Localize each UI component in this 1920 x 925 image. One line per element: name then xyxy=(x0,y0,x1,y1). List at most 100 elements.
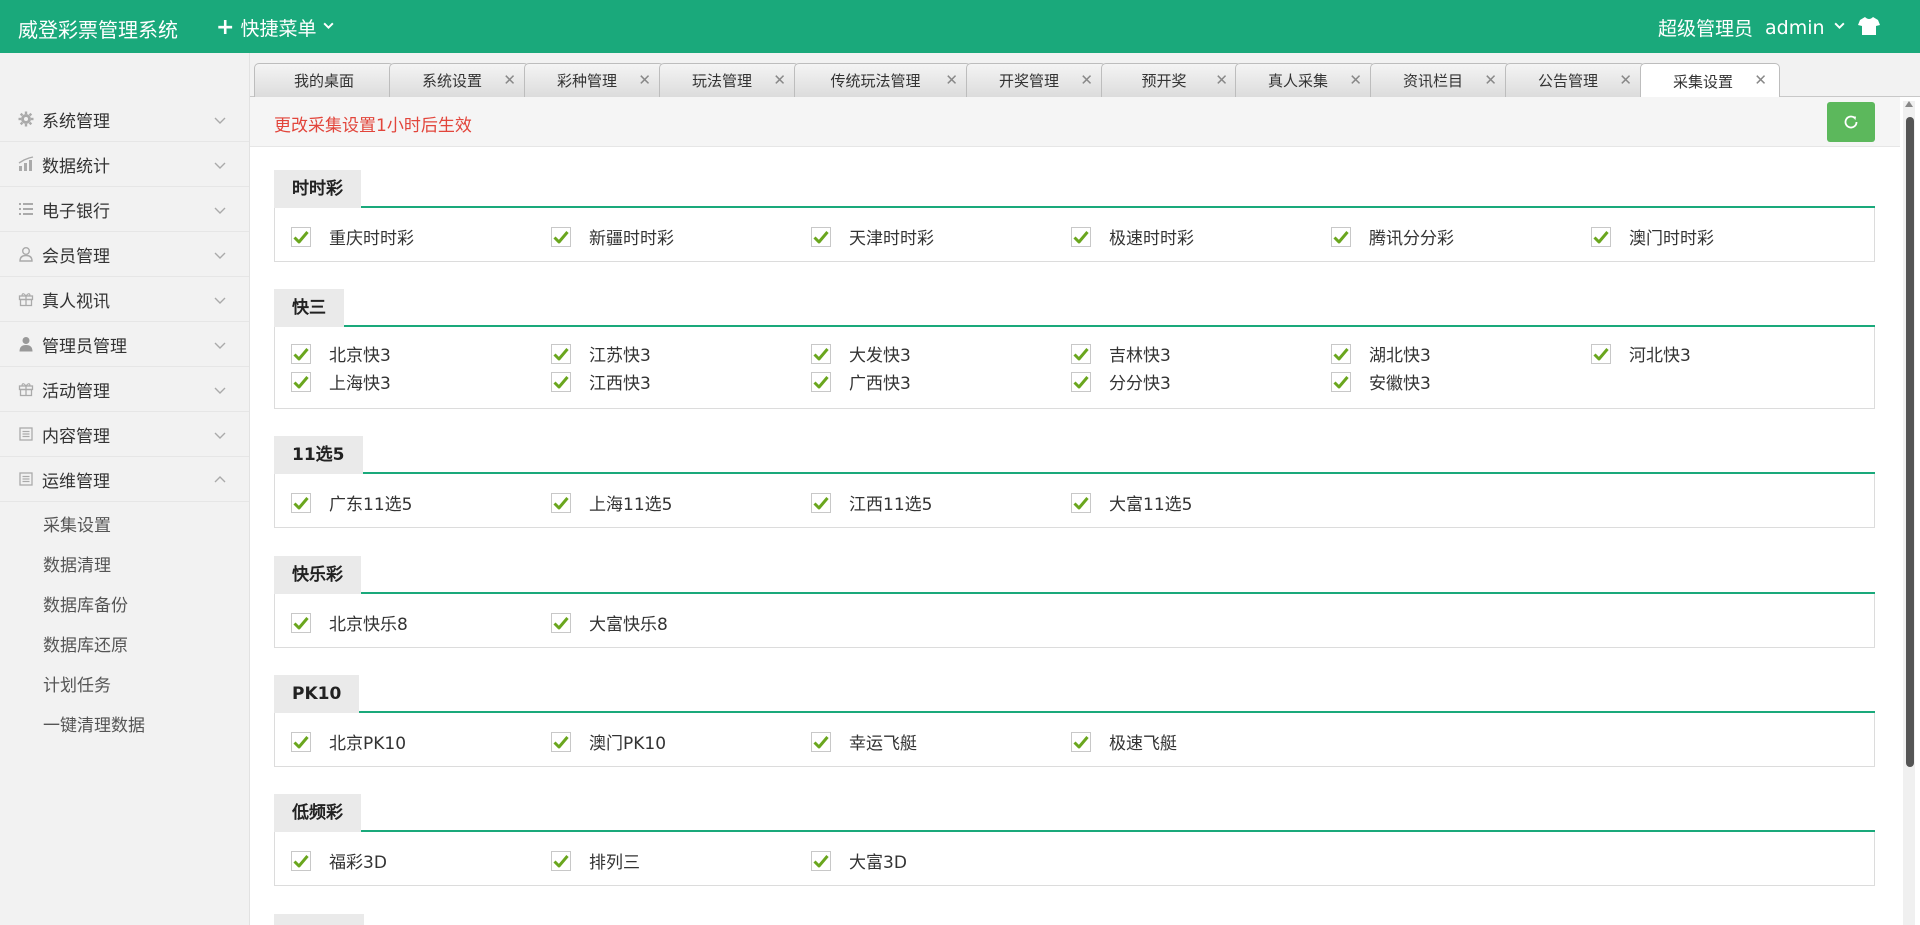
close-icon[interactable]: ✕ xyxy=(1484,71,1497,89)
close-icon[interactable]: ✕ xyxy=(1349,71,1362,89)
user-menu[interactable]: 超级管理员 admin xyxy=(1658,14,1846,41)
close-icon[interactable]: ✕ xyxy=(1215,71,1228,89)
submenu-item[interactable]: 计划任务 xyxy=(0,666,249,706)
checkbox-checked[interactable] xyxy=(551,371,571,392)
lottery-checkbox-option[interactable]: 幸运飞艇 xyxy=(811,729,917,754)
lottery-checkbox-option[interactable]: 澳门PK10 xyxy=(551,729,666,754)
checkbox-checked[interactable] xyxy=(1591,343,1611,364)
lottery-checkbox-option[interactable]: 河北快3 xyxy=(1591,341,1691,366)
tab[interactable]: 我的桌面 xyxy=(254,63,394,97)
checkbox-checked[interactable] xyxy=(551,226,571,247)
checkbox-checked[interactable] xyxy=(551,612,571,633)
close-icon[interactable]: ✕ xyxy=(1619,71,1632,89)
submenu-item[interactable]: 数据库备份 xyxy=(0,586,249,626)
checkbox-checked[interactable] xyxy=(811,492,831,513)
lottery-checkbox-option[interactable]: 北京快乐8 xyxy=(291,610,408,635)
checkbox-checked[interactable] xyxy=(1331,226,1351,247)
checkbox-checked[interactable] xyxy=(811,850,831,871)
close-icon[interactable]: ✕ xyxy=(503,71,516,89)
submenu-item[interactable]: 数据清理 xyxy=(0,546,249,586)
sidebar-item[interactable]: 电子银行 xyxy=(0,187,249,232)
checkbox-checked[interactable] xyxy=(291,731,311,752)
checkbox-checked[interactable] xyxy=(811,371,831,392)
tab[interactable]: 公告管理 ✕ xyxy=(1505,63,1645,97)
checkbox-checked[interactable] xyxy=(1071,343,1091,364)
checkbox-checked[interactable] xyxy=(1331,371,1351,392)
lottery-checkbox-option[interactable]: 江西快3 xyxy=(551,369,651,394)
lottery-checkbox-option[interactable]: 福彩3D xyxy=(291,848,387,873)
checkbox-checked[interactable] xyxy=(291,850,311,871)
checkbox-checked[interactable] xyxy=(551,343,571,364)
lottery-checkbox-option[interactable]: 上海11选5 xyxy=(551,490,672,515)
tab[interactable]: 资讯栏目 ✕ xyxy=(1370,63,1510,97)
tab[interactable]: 玩法管理 ✕ xyxy=(659,63,799,97)
close-icon[interactable]: ✕ xyxy=(945,71,958,89)
lottery-checkbox-option[interactable]: 广西快3 xyxy=(811,369,911,394)
sidebar-item[interactable]: 真人视讯 xyxy=(0,277,249,322)
scroll-up-arrow-icon[interactable] xyxy=(1905,101,1913,107)
sidebar-item[interactable]: 会员管理 xyxy=(0,232,249,277)
sidebar-item[interactable]: 数据统计 xyxy=(0,142,249,187)
checkbox-checked[interactable] xyxy=(811,731,831,752)
checkbox-checked[interactable] xyxy=(1071,371,1091,392)
sidebar-item[interactable]: 运维管理 xyxy=(0,457,249,502)
lottery-checkbox-option[interactable]: 分分快3 xyxy=(1071,369,1171,394)
sidebar-item[interactable]: 系统管理 xyxy=(0,97,249,142)
lottery-checkbox-option[interactable]: 排列三 xyxy=(551,848,640,873)
lottery-checkbox-option[interactable]: 腾讯分分彩 xyxy=(1331,224,1454,249)
tab[interactable]: 预开奖 ✕ xyxy=(1101,63,1241,97)
lottery-checkbox-option[interactable]: 重庆时时彩 xyxy=(291,224,414,249)
checkbox-checked[interactable] xyxy=(811,226,831,247)
checkbox-checked[interactable] xyxy=(551,492,571,513)
lottery-checkbox-option[interactable]: 天津时时彩 xyxy=(811,224,934,249)
checkbox-checked[interactable] xyxy=(291,492,311,513)
checkbox-checked[interactable] xyxy=(551,731,571,752)
quick-menu-button[interactable]: + 快捷菜单 xyxy=(216,14,335,41)
checkbox-checked[interactable] xyxy=(1071,492,1091,513)
refresh-button[interactable] xyxy=(1827,102,1875,142)
tab[interactable]: 传统玩法管理 ✕ xyxy=(794,63,971,97)
close-icon[interactable]: ✕ xyxy=(638,71,651,89)
lottery-checkbox-option[interactable]: 安徽快3 xyxy=(1331,369,1431,394)
close-icon[interactable]: ✕ xyxy=(1754,71,1767,89)
tab[interactable]: 系统设置 ✕ xyxy=(389,63,529,97)
sidebar-item[interactable]: 内容管理 xyxy=(0,412,249,457)
lottery-checkbox-option[interactable]: 广东11选5 xyxy=(291,490,412,515)
close-icon[interactable]: ✕ xyxy=(1080,71,1093,89)
tab[interactable]: 采集设置 ✕ xyxy=(1640,63,1780,98)
tab[interactable]: 彩种管理 ✕ xyxy=(524,63,664,97)
lottery-checkbox-option[interactable]: 大富11选5 xyxy=(1071,490,1192,515)
checkbox-checked[interactable] xyxy=(1591,226,1611,247)
checkbox-checked[interactable] xyxy=(1071,731,1091,752)
sidebar-item[interactable]: 活动管理 xyxy=(0,367,249,412)
lottery-checkbox-option[interactable]: 新疆时时彩 xyxy=(551,224,674,249)
checkbox-checked[interactable] xyxy=(291,226,311,247)
tab[interactable]: 真人采集 ✕ xyxy=(1235,63,1375,97)
lottery-checkbox-option[interactable]: 江西11选5 xyxy=(811,490,932,515)
lottery-checkbox-option[interactable]: 澳门时时彩 xyxy=(1591,224,1714,249)
close-icon[interactable]: ✕ xyxy=(773,71,786,89)
checkbox-checked[interactable] xyxy=(291,612,311,633)
submenu-item[interactable]: 数据库还原 xyxy=(0,626,249,666)
checkbox-checked[interactable] xyxy=(1071,226,1091,247)
checkbox-checked[interactable] xyxy=(291,371,311,392)
submenu-item[interactable]: 一键清理数据 xyxy=(0,706,249,746)
checkbox-checked[interactable] xyxy=(291,343,311,364)
scrollbar-thumb[interactable] xyxy=(1906,117,1914,767)
lottery-checkbox-option[interactable]: 北京PK10 xyxy=(291,729,406,754)
lottery-checkbox-option[interactable]: 大发快3 xyxy=(811,341,911,366)
lottery-checkbox-option[interactable]: 大富快乐8 xyxy=(551,610,668,635)
lottery-checkbox-option[interactable]: 大富3D xyxy=(811,848,907,873)
tab[interactable]: 开奖管理 ✕ xyxy=(966,63,1106,97)
checkbox-checked[interactable] xyxy=(1331,343,1351,364)
lottery-checkbox-option[interactable]: 极速时时彩 xyxy=(1071,224,1194,249)
tshirt-icon[interactable] xyxy=(1856,13,1882,39)
lottery-checkbox-option[interactable]: 湖北快3 xyxy=(1331,341,1431,366)
lottery-checkbox-option[interactable]: 北京快3 xyxy=(291,341,391,366)
lottery-checkbox-option[interactable]: 极速飞艇 xyxy=(1071,729,1177,754)
lottery-checkbox-option[interactable]: 上海快3 xyxy=(291,369,391,394)
checkbox-checked[interactable] xyxy=(551,850,571,871)
submenu-item[interactable]: 采集设置 xyxy=(0,506,249,546)
sidebar-item[interactable]: 管理员管理 xyxy=(0,322,249,367)
checkbox-checked[interactable] xyxy=(811,343,831,364)
